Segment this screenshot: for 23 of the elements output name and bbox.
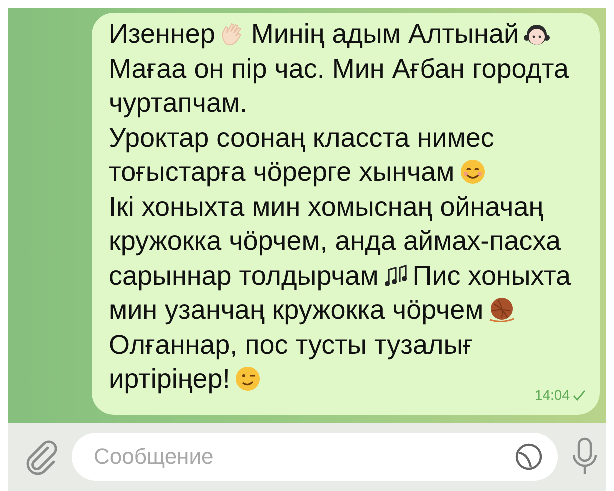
smiling-face-icon <box>458 158 487 186</box>
message-text: иртіріңер! <box>109 363 230 396</box>
message-time: 14:04 <box>534 387 570 403</box>
message-text: Изеннер <box>109 18 216 51</box>
winking-face-icon <box>234 365 262 394</box>
message-text: Олғаннар, пос тусты тузалығ <box>109 328 474 362</box>
message-text: Мағаа он пір час. Мин Ағбан городта <box>109 52 570 86</box>
sticker-icon[interactable] <box>514 442 544 472</box>
message-text: Пис хоныхта <box>412 260 572 292</box>
message-text: Уроктар соонаң класста нимес <box>109 122 494 155</box>
microphone-icon[interactable] <box>572 437 598 477</box>
yarn-ball-icon <box>488 296 516 324</box>
message-text: мин узанчаң кружокка чӧрчем <box>109 294 484 327</box>
message-text: сарыннар толдырчам <box>109 260 379 293</box>
message-text: чуртапчам. <box>109 87 248 120</box>
message-field[interactable]: Сообщение <box>72 433 558 481</box>
message-input-field[interactable]: Сообщение <box>92 443 514 471</box>
message-text: Ікі хоныхта мин хомыснаң ойначаң <box>109 190 544 224</box>
paperclip-icon[interactable] <box>24 439 58 475</box>
message-text: кружокка чӧрчем, анда аймах-пасха <box>109 225 562 258</box>
check-icon <box>573 390 586 400</box>
message-text: тоғыстарға чӧрерге хынчам <box>109 156 455 189</box>
message-text: Минің адым Алтынай <box>251 18 520 51</box>
